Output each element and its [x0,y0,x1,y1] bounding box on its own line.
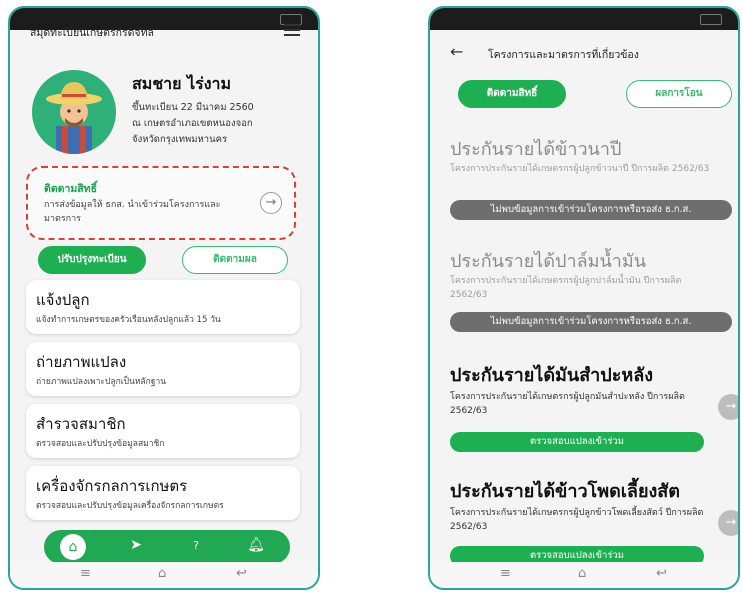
recent-apps-icon[interactable]: ≡ [500,566,511,581]
section-title: ประกันรายได้ข้าวโพดเลี้ยงสัต [450,481,680,502]
menu-card-subtitle: ตรวจสอบและปรับปรุงข้อมูลสมาชิก [36,439,165,449]
section-title: ประกันรายได้ข้าวนาปี [450,139,622,160]
status-badge: ไม่พบข้อมูลการเข้าร่วมโครงการหรือรอส่ง ธ… [450,312,732,332]
status-bar [430,8,738,30]
track-rights-title: ติดตามสิทธิ์ [44,183,98,195]
menu-card-subtitle: แจ้งทำการเกษตรของครัวเรือนหลังปลูกแล้ว 1… [36,315,221,325]
track-rights-description: การส่งข้อมูลให้ ธกส. นำเข้าร่วมโครงการแล… [44,200,221,224]
menu-card-subtitle: ตรวจสอบและปรับปรุงข้อมูลเครื่องจักรกลการ… [36,501,224,511]
section-description: โครงการประกันรายได้เกษตรกรผู้ปลูกมันสำปะ… [450,392,685,416]
arrow-right-icon[interactable]: → [718,510,738,536]
recent-apps-icon[interactable]: ≡ [80,566,91,581]
section-title: ประกันรายได้ปาล์มน้ำมัน [450,251,647,272]
top-app-bar: ← โครงการและมาตรการที่เกี่ยวข้อง [430,30,738,76]
help-icon[interactable]: ? [184,539,208,552]
system-back-icon[interactable]: ↩ [656,566,667,581]
section-description: โครงการประกันรายได้เกษตรกรผู้ปลูกข้าวนาป… [450,164,710,174]
menu-card-machinery[interactable]: เครื่องจักรกลการเกษตร ตรวจสอบและปรับปรุง… [26,466,300,520]
app-title: สมุดทะเบียนเกษตรกรดิจิทัล [30,27,154,39]
phone-home-screen: สมุดทะเบียนเกษตรกรดิจิทัล สมชาย ไร่งาม ข… [8,6,320,590]
tab-transfer-results[interactable]: ผลการโอน [626,80,732,108]
section-description: โครงการประกันรายได้เกษตรกรผู้ปลูกข้าวโพด… [450,508,704,532]
registration-office: ณ เกษตรอำเภอเขตหนองจอก [132,118,253,129]
section-cassava-income: ประกันรายได้มันสำปะหลัง โครงการประกันราย… [430,346,738,465]
status-badge: ไม่พบข้อมูลการเข้าร่วมโครงการหรือรอส่ง ธ… [450,200,732,220]
page-title: โครงการและมาตรการที่เกี่ยวข้อง [488,49,639,61]
registration-date: ขึ้นทะเบียน 22 มีนาคม 2560 [132,102,254,113]
section-rice-income: ประกันรายได้ข้าวนาปี โครงการประกันรายได้… [430,120,738,235]
menu-card-title: เครื่องจักรกลการเกษตร [36,477,188,495]
hamburger-menu-icon[interactable] [284,24,300,36]
system-home-icon[interactable]: ⌂ [158,566,166,581]
system-home-icon[interactable]: ⌂ [578,566,586,581]
menu-card-planting-report[interactable]: แจ้งปลูก แจ้งทำการเกษตรของครัวเรือนหลังป… [26,280,300,334]
track-rights-card[interactable]: ติดตามสิทธิ์ การส่งข้อมูลให้ ธกส. นำเข้า… [26,166,296,240]
arrow-right-icon[interactable]: → [718,394,738,420]
follow-results-button[interactable]: ติดตามผล [182,246,288,274]
update-registration-button[interactable]: ปรับปรุงทะเบียน [38,246,146,274]
menu-card-title: ถ่ายภาพแปลง [36,353,127,371]
phone-projects-screen: ← โครงการและมาตรการที่เกี่ยวข้อง ติดตามส… [428,6,740,590]
section-description: โครงการประกันรายได้เกษตรกรผู้ปลูกปาล์มน้… [450,276,682,300]
section-palm-oil-income: ประกันรายได้ปาล์มน้ำมัน โครงการประกันราย… [430,234,738,347]
arrow-right-icon[interactable]: → [260,192,282,214]
battery-icon [700,14,722,25]
menu-card-member-survey[interactable]: สำรวจสมาชิก ตรวจสอบและปรับปรุงข้อมูลสมาช… [26,404,300,458]
menu-card-title: แจ้งปลูก [36,291,90,309]
profile-header: สมชาย ไร่งาม ขึ้นทะเบียน 22 มีนาคม 2560 … [30,66,300,156]
bottom-navigation: ⌂ ➤ ? 🔔︎ [44,530,290,564]
send-icon[interactable]: ➤ [124,537,148,553]
menu-card-subtitle: ถ่ายภาพแปลงเพาะปลูกเป็นหลักฐาน [36,377,167,387]
home-icon[interactable]: ⌂ [60,534,86,560]
system-back-icon[interactable]: ↩ [236,566,247,581]
bell-icon[interactable]: 🔔︎ [244,537,268,553]
system-navigation-bar: ≡ ⌂ ↩ [10,562,318,588]
section-maize-income: ประกันรายได้ข้าวโพดเลี้ยงสัต โครงการประก… [430,464,738,569]
system-navigation-bar: ≡ ⌂ ↩ [430,562,738,588]
back-arrow-icon[interactable]: ← [450,42,463,61]
menu-card-plot-photo[interactable]: ถ่ายภาพแปลง ถ่ายภาพแปลงเพาะปลูกเป็นหลักฐ… [26,342,300,396]
farmer-avatar [32,70,116,154]
section-title: ประกันรายได้มันสำปะหลัง [450,365,654,386]
farmer-name: สมชาย ไร่งาม [132,74,232,93]
menu-card-title: สำรวจสมาชิก [36,415,126,433]
check-plot-button[interactable]: ตรวจสอบแปลงเข้าร่วม [450,432,704,452]
tab-track-rights[interactable]: ติดตามสิทธิ์ [458,80,566,108]
registration-province: จังหวัดกรุงเทพมหานคร [132,134,228,145]
